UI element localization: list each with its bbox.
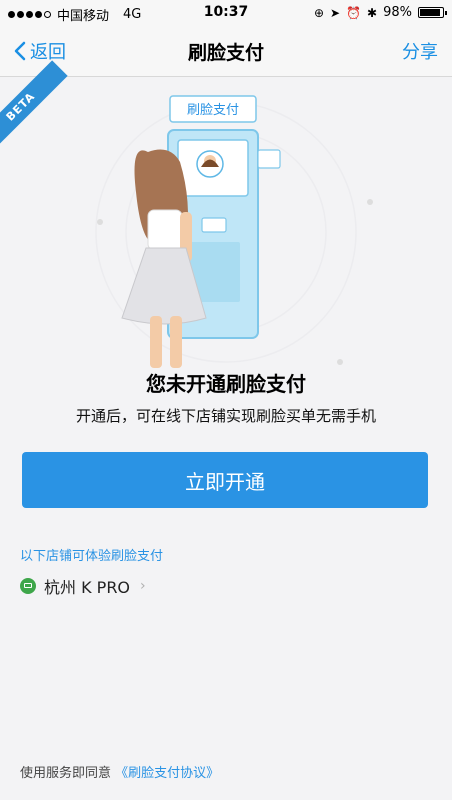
headline: 您未开通刷脸支付 (146, 372, 306, 396)
battery-percent: 98% (383, 5, 412, 20)
agreement-link[interactable]: 《刷脸支付协议》 (115, 766, 219, 781)
enable-face-pay-button[interactable]: 立即开通 (22, 452, 428, 508)
orientation-lock-icon: ⊕ (313, 5, 325, 20)
store-name: 杭州 K PRO (44, 578, 131, 597)
footer-agreement: 使用服务即同意 《刷脸支付协议》 (20, 762, 219, 781)
battery-fill (420, 9, 440, 16)
subtext: 开通后，可在线下店铺实现刷脸买单无需手机 (75, 407, 376, 425)
footer-prefix: 使用服务即同意 (20, 766, 112, 781)
status-right: ⊕ ➤ ⏰ ✱ 98% (313, 5, 447, 20)
store-item[interactable]: 杭州 K PRO › (20, 574, 146, 598)
bluetooth-icon: ✱ (367, 5, 378, 20)
page-title: 刷脸支付 (187, 42, 264, 64)
face-pay-illustration: 刷脸支付 (95, 95, 373, 368)
chevron-right-icon: › (140, 578, 146, 594)
stores-title: 以下店铺可体验刷脸支付 (20, 549, 164, 564)
store-icon (20, 578, 36, 594)
alarm-icon: ⏰ (346, 5, 362, 20)
navigation-bar: 返回 刷脸支付 分享 (0, 26, 452, 77)
status-bar: 中国移动 4G 10:37 ⊕ ➤ ⏰ ✱ 98% (0, 0, 452, 26)
share-button[interactable]: 分享 (402, 38, 438, 64)
battery-icon (418, 7, 447, 18)
illustration-screen-label: 刷脸支付 (187, 103, 239, 118)
page: 中国移动 4G 10:37 ⊕ ➤ ⏰ ✱ 98% 返回 刷脸支付 分享 BET… (0, 0, 452, 800)
location-icon: ➤ (330, 5, 341, 20)
